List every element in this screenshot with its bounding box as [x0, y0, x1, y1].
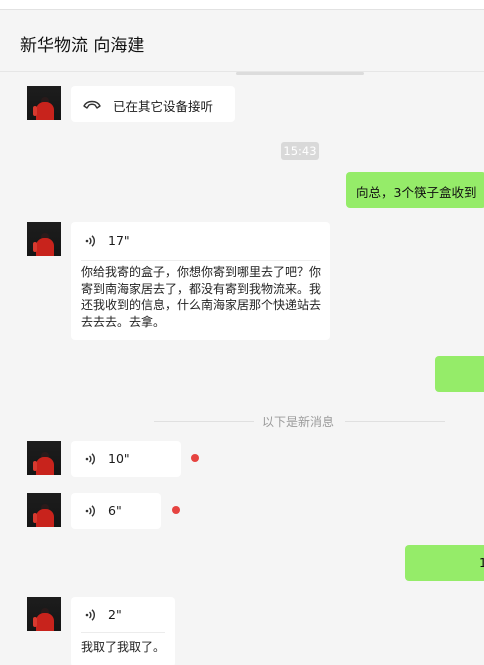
scroll-indicator — [236, 72, 364, 75]
voice-play-row[interactable]: 17" — [71, 222, 330, 260]
divider-line — [154, 421, 254, 422]
window-top-bar — [0, 0, 484, 10]
message-text: 1 — [479, 555, 484, 570]
voice-wave-icon — [85, 505, 96, 517]
unread-dot — [191, 454, 199, 462]
call-status-bubble[interactable]: 已在其它设备接听 — [71, 86, 235, 122]
voice-wave-icon — [85, 609, 96, 621]
voice-transcript: 你给我寄的盒子，你想你寄到哪里去了吧？你寄到南海家居去了，都没有寄到我物流来。我… — [81, 265, 322, 329]
avatar[interactable] — [27, 222, 61, 256]
message-text: 向总，3个筷子盒收到 — [356, 185, 477, 200]
chat-title: 新华物流 向海建 — [20, 36, 145, 56]
voice-message[interactable]: 6" — [71, 493, 161, 529]
call-status-text: 已在其它设备接听 — [113, 99, 214, 114]
avatar[interactable] — [27, 441, 61, 475]
voice-message[interactable]: 17" 你给我寄的盒子，你想你寄到哪里去了吧？你寄到南海家居去了，都没有寄到我物… — [71, 222, 330, 340]
voice-duration: 17" — [108, 233, 130, 248]
voice-duration: 10" — [108, 451, 130, 466]
avatar[interactable] — [27, 86, 61, 120]
voice-message[interactable]: 2" 我取了我取了。 — [71, 597, 175, 665]
voice-duration: 6" — [108, 503, 122, 518]
divider — [81, 632, 165, 633]
outgoing-message[interactable] — [435, 356, 484, 392]
voice-transcript: 我取了我取了。 — [81, 640, 166, 654]
voice-message[interactable]: 10" — [71, 441, 181, 477]
chat-header: 新华物流 向海建 — [0, 10, 484, 72]
new-messages-label: 以下是新消息 — [262, 415, 335, 429]
outgoing-message[interactable]: 1 — [405, 545, 484, 581]
outgoing-message[interactable]: 向总，3个筷子盒收到 — [346, 172, 484, 208]
voice-wave-icon — [85, 235, 96, 247]
divider-line — [345, 421, 445, 422]
divider — [81, 260, 320, 261]
voice-play-row[interactable]: 2" — [71, 597, 175, 635]
avatar[interactable] — [27, 493, 61, 527]
voice-duration: 2" — [108, 607, 122, 622]
voice-wave-icon — [85, 453, 96, 465]
phone-hangup-icon — [83, 100, 101, 109]
time-divider: 15:43 — [281, 142, 319, 160]
avatar[interactable] — [27, 597, 61, 631]
unread-dot — [172, 506, 180, 514]
